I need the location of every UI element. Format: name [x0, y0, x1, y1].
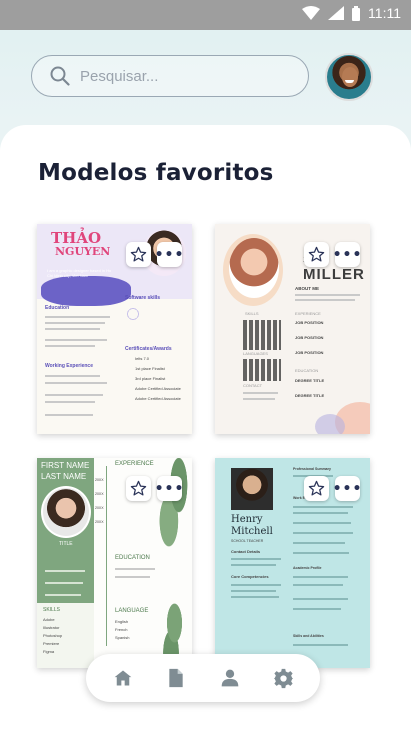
template-section: ABOUT ME — [295, 286, 319, 291]
avatar[interactable] — [325, 53, 373, 101]
settings-icon — [273, 668, 293, 688]
template-card[interactable]: S E MILLER ABOUT ME SKILLS EXPERIENCE JO… — [215, 224, 370, 434]
profile-icon — [221, 669, 239, 687]
template-language: English — [115, 619, 129, 624]
template-cert: Adobe Certified Associate — [135, 396, 181, 401]
template-card[interactable]: THẢO NGUYEN I am a graphic designer base… — [37, 224, 192, 434]
template-section: EDUCATION — [295, 368, 319, 373]
template-language: French — [115, 627, 128, 632]
more-dots-icon: ••• — [154, 480, 185, 497]
favorite-star-button[interactable] — [304, 242, 329, 267]
template-year: 20XX — [95, 492, 104, 496]
star-icon — [308, 246, 325, 262]
template-skill: Figma — [43, 649, 55, 654]
home-icon — [114, 670, 132, 686]
template-section: Academic Profile — [293, 566, 322, 570]
template-name: FIRST NAME — [41, 461, 90, 470]
template-name: Henry — [231, 514, 263, 525]
document-icon — [169, 668, 183, 688]
template-section: Professional Summary — [293, 467, 331, 471]
template-surname: MILLER — [303, 266, 365, 283]
template-section: Contact Details — [231, 549, 261, 554]
more-options-button[interactable]: ••• — [332, 242, 363, 267]
template-degree: DEGREE TITLE — [295, 378, 325, 383]
battery-icon — [352, 5, 361, 21]
template-job: JOB POSITION — [295, 350, 324, 355]
template-section: Working Experience — [45, 363, 93, 369]
template-section: Certificates/Awards — [125, 346, 172, 352]
template-job: JOB POSITION — [295, 335, 324, 340]
template-degree: DEGREE TITLE — [295, 393, 325, 398]
template-card[interactable]: FIRST NAME LAST NAME TITLE SKILLS Adobe … — [37, 458, 192, 668]
signal-icon — [328, 6, 345, 20]
favorite-star-button[interactable] — [126, 476, 151, 501]
template-tagline: I am a graphic designer based in Ho Chi … — [47, 268, 112, 278]
template-skill: Photoshop — [43, 633, 63, 638]
favorite-star-button[interactable] — [304, 476, 329, 501]
more-options-button[interactable]: ••• — [332, 476, 363, 501]
nav-documents-button[interactable] — [156, 658, 196, 698]
star-icon — [130, 480, 147, 496]
template-section: EXPERIENCE — [295, 311, 321, 316]
template-year: 20XX — [95, 520, 104, 524]
template-cert: Ielts 7.0 — [135, 356, 150, 361]
template-skill: Premiere — [43, 641, 60, 646]
search-bar[interactable] — [31, 55, 309, 97]
favorite-star-button[interactable] — [126, 242, 151, 267]
template-cert: Adobe Certified Associate — [135, 386, 181, 391]
star-icon — [308, 480, 325, 496]
template-job: JOB POSITION — [295, 320, 324, 325]
status-time: 11:11 — [368, 5, 401, 21]
template-section: EDUCATION — [115, 555, 150, 561]
template-cert: 3rd place Finalist — [135, 376, 166, 381]
wifi-icon — [302, 6, 321, 20]
more-dots-icon: ••• — [154, 246, 185, 263]
template-cert: 1st place Finalist — [135, 366, 165, 371]
template-card[interactable]: Henry Mitchell SCHOOL TEACHER Contact De… — [215, 458, 370, 668]
template-year: 20XX — [95, 506, 104, 510]
bottom-nav — [86, 654, 320, 702]
template-language: Spanish — [115, 635, 130, 640]
template-surname: Mitchell — [231, 526, 273, 537]
template-section: LANGUAGES — [243, 351, 268, 356]
template-role: SCHOOL TEACHER — [231, 539, 264, 543]
more-options-button[interactable]: ••• — [154, 242, 185, 267]
search-input[interactable] — [80, 67, 280, 85]
template-surname: LAST NAME — [41, 472, 87, 481]
more-dots-icon: ••• — [332, 480, 363, 497]
section-title: Modelos favoritos — [38, 160, 274, 186]
template-section: LANGUAGE — [115, 608, 149, 614]
template-skill: Illustrator — [43, 625, 60, 630]
nav-settings-button[interactable] — [263, 658, 303, 698]
template-section: Education — [45, 305, 70, 311]
star-icon — [130, 246, 147, 262]
template-section: SKILLS — [43, 607, 60, 613]
nav-profile-button[interactable] — [210, 658, 250, 698]
template-title: TITLE — [59, 541, 73, 547]
template-skill: Adobe — [43, 617, 55, 622]
template-surname: NGUYEN — [55, 245, 111, 258]
more-options-button[interactable]: ••• — [154, 476, 185, 501]
nav-home-button[interactable] — [103, 658, 143, 698]
template-section: CONTACT — [243, 383, 263, 388]
template-year: 20XX — [95, 478, 104, 482]
search-icon — [50, 66, 70, 86]
template-section: Skills and Abilities — [293, 634, 324, 638]
template-section: Software skills — [125, 295, 161, 301]
template-section: EXPERIENCE — [115, 461, 154, 467]
template-section: Core Competencies — [231, 574, 269, 579]
more-dots-icon: ••• — [332, 246, 363, 263]
template-section: SKILLS — [245, 311, 259, 316]
status-bar: 11:11 — [0, 0, 411, 30]
